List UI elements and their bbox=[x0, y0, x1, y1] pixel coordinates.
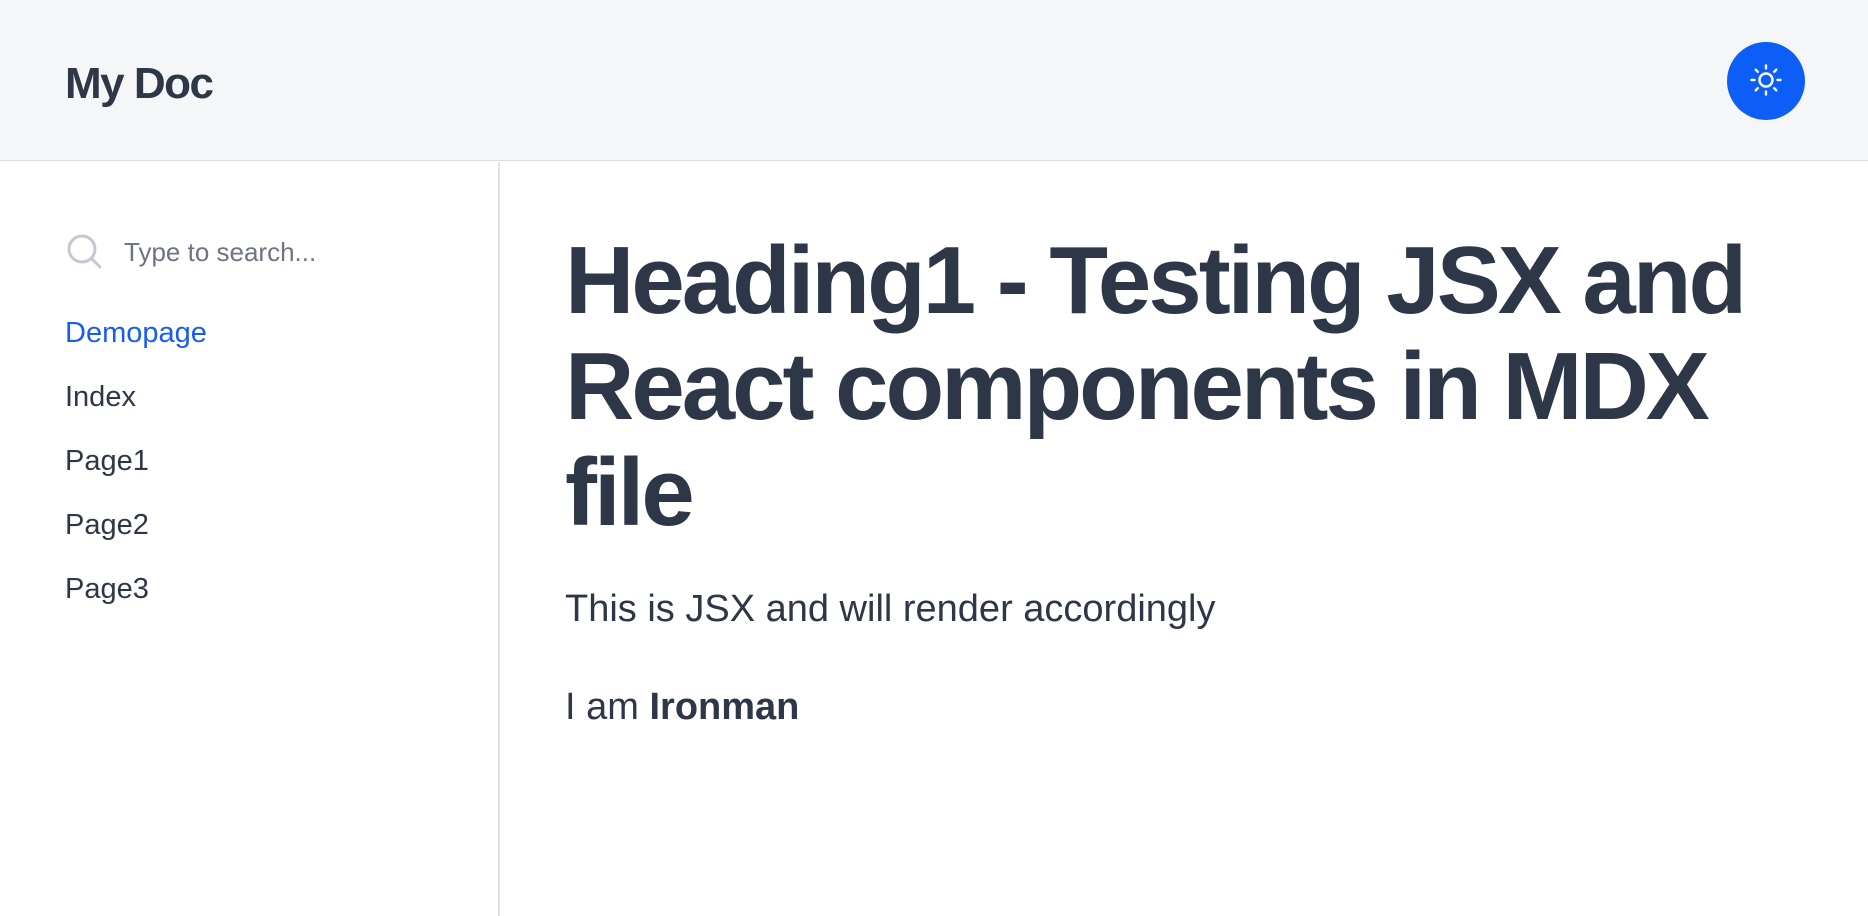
search-input[interactable] bbox=[124, 232, 444, 272]
sidebar-item-page1[interactable]: Page1 bbox=[65, 445, 207, 509]
sidebar-item-page2[interactable]: Page2 bbox=[65, 509, 207, 573]
intro-paragraph: This is JSX and will render accordingly bbox=[565, 588, 1216, 630]
search-icon bbox=[65, 232, 105, 272]
top-header: My Doc bbox=[0, 0, 1868, 161]
sidebar: Demopage Index Page1 Page2 Page3 bbox=[0, 162, 500, 916]
sidebar-nav: Demopage Index Page1 Page2 Page3 bbox=[65, 317, 207, 637]
sidebar-item-index[interactable]: Index bbox=[65, 381, 207, 445]
site-title[interactable]: My Doc bbox=[65, 58, 214, 110]
search-box bbox=[65, 228, 465, 276]
ironman-paragraph: I am Ironman bbox=[565, 684, 1825, 730]
sun-icon bbox=[1749, 63, 1783, 100]
main-content: Heading1 - Testing JSX and React compone… bbox=[565, 228, 1825, 730]
ironman-bold-text: Ironman bbox=[649, 686, 800, 728]
theme-toggle-button[interactable] bbox=[1727, 42, 1805, 120]
ironman-prefix-text: I am bbox=[565, 686, 650, 728]
sidebar-item-page3[interactable]: Page3 bbox=[65, 573, 207, 637]
page-heading: Heading1 - Testing JSX and React compone… bbox=[565, 227, 1747, 546]
sidebar-item-demopage[interactable]: Demopage bbox=[65, 317, 207, 381]
